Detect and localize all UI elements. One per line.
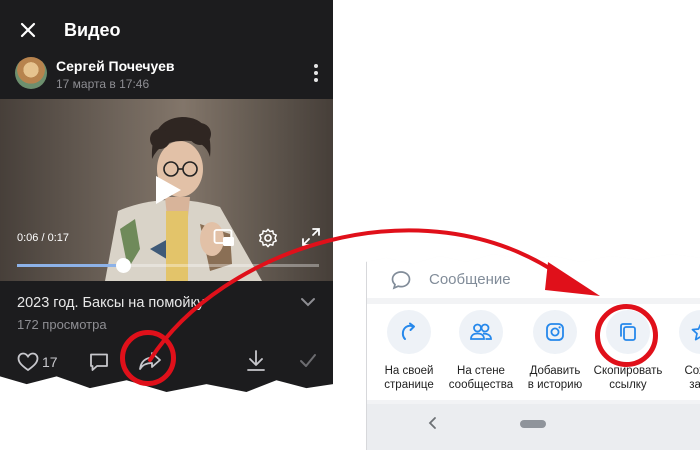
avatar[interactable] [15, 57, 47, 89]
like-count: 17 [42, 354, 58, 370]
page-title: Видео [64, 20, 121, 40]
fullscreen-icon[interactable] [300, 226, 322, 248]
share-item-label: Сохра закл [684, 365, 700, 391]
play-icon[interactable] [150, 173, 184, 207]
share-to-own-page[interactable]: На своей странице [369, 310, 449, 392]
share-item-label: Добавить в историю [527, 365, 583, 391]
community-icon [470, 323, 492, 340]
chevron-down-icon[interactable] [300, 296, 316, 308]
picture-in-picture-icon[interactable] [213, 228, 235, 248]
seek-bar-progress [17, 264, 123, 267]
message-row[interactable]: Сообщение [367, 254, 700, 298]
home-pill[interactable] [520, 420, 546, 428]
comment-icon[interactable] [88, 351, 110, 373]
checkmark-icon[interactable] [298, 352, 318, 370]
highlight-circle-copy-link [595, 304, 658, 367]
share-item-label: На своей странице [384, 365, 434, 391]
author-name[interactable]: Сергей Почечуев [56, 58, 175, 74]
share-item-label: Скопировать ссылку [593, 365, 663, 391]
message-input[interactable]: Сообщение [429, 271, 511, 288]
message-bubble-icon [391, 271, 411, 290]
close-icon[interactable] [16, 18, 40, 42]
video-screen: Видео Сергей Почечуев 17 марта в 17:46 0… [0, 0, 333, 392]
gear-icon[interactable] [257, 227, 279, 249]
heart-icon[interactable] [17, 352, 39, 372]
bookmark-icon [691, 322, 700, 341]
seek-handle[interactable] [115, 258, 131, 273]
share-item-label: На стене сообщества [448, 365, 514, 391]
story-icon [546, 323, 564, 341]
highlight-circle-share [120, 330, 176, 386]
playback-time: 0:06 / 0:17 [17, 232, 69, 244]
add-to-story[interactable]: Добавить в историю [515, 310, 595, 392]
view-count: 172 просмотра [17, 317, 107, 332]
repost-icon [401, 322, 415, 340]
back-icon[interactable] [427, 416, 437, 430]
video-title: 2023 год. Баксы на помойку [17, 295, 205, 311]
save-to-bookmarks[interactable]: Сохра закл [661, 310, 700, 392]
download-icon[interactable] [245, 349, 267, 373]
post-date: 17 марта в 17:46 [56, 77, 150, 91]
more-options-icon[interactable] [312, 64, 320, 82]
seek-bar[interactable] [17, 258, 319, 273]
top-bar [0, 0, 333, 60]
share-to-community-wall[interactable]: На стене сообщества [441, 310, 521, 392]
